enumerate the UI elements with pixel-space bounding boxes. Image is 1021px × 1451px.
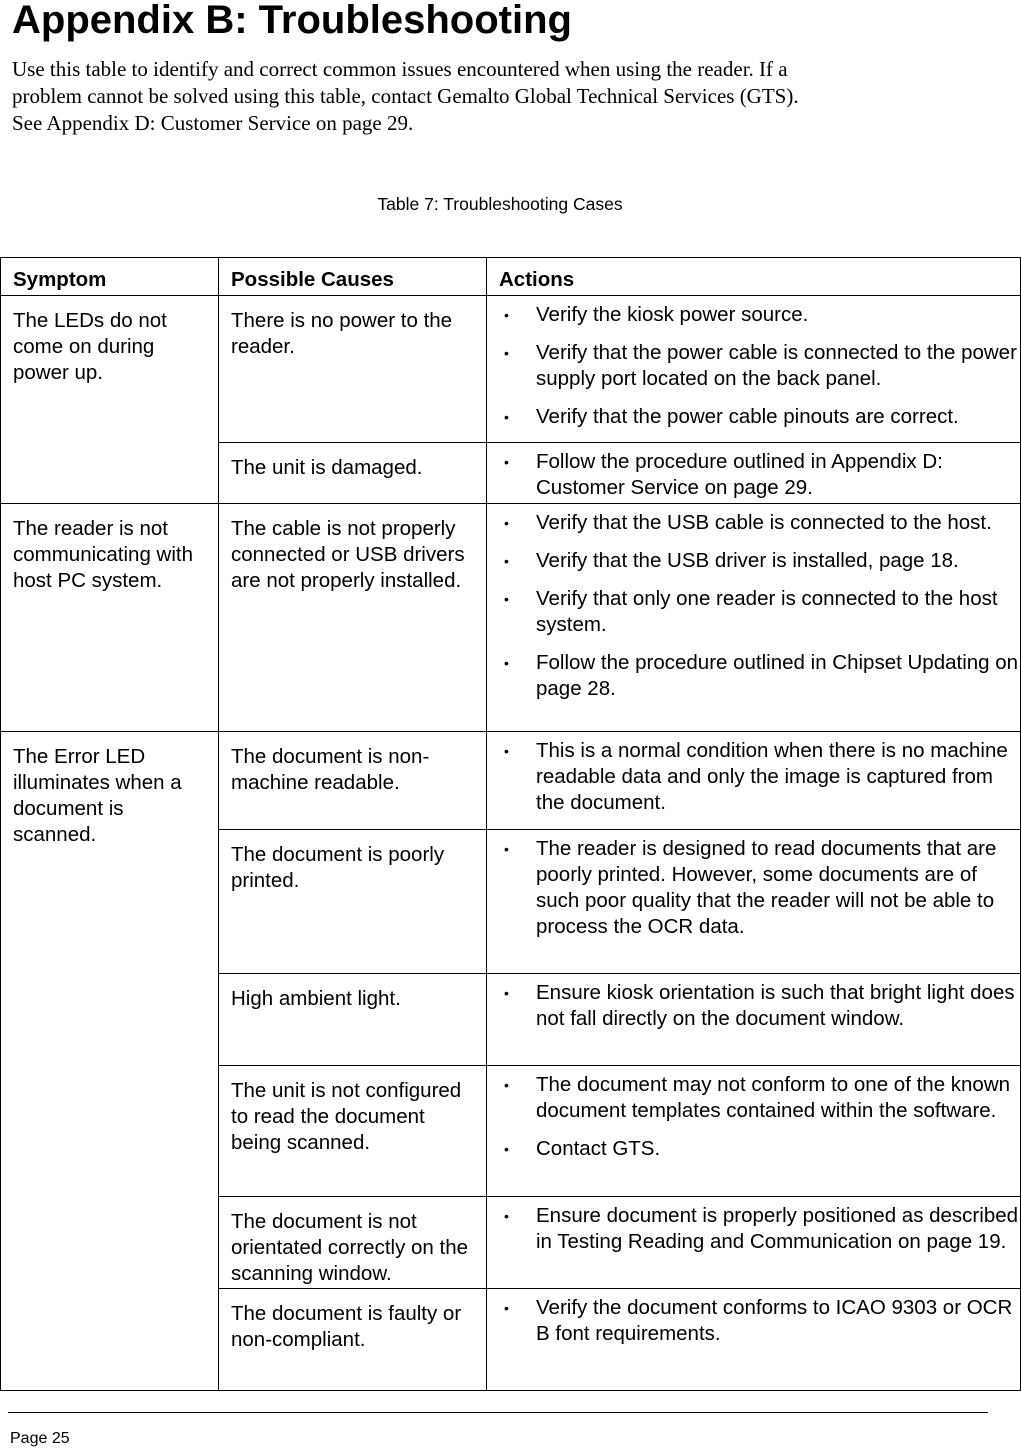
action-text: Verify that the USB cable is connected t… xyxy=(536,511,992,534)
actions-list: • Follow the procedure outlined in Append… xyxy=(499,449,1020,501)
table-row: The LEDs do not come on during power up.… xyxy=(0,295,1021,504)
table-body: The LEDs do not come on during power up.… xyxy=(0,295,1021,1391)
action-item: • Verify that the USB driver is installed… xyxy=(499,548,1020,574)
action-item: • Contact GTS. xyxy=(499,1136,1020,1162)
actions-cell: • Verify that the USB cable is connected … xyxy=(486,503,1021,732)
action-text: Verify that the power cable pinouts are … xyxy=(536,405,959,428)
action-text: Verify the document conforms to ICAO 930… xyxy=(536,1296,1013,1345)
action-item: • Verify that the power cable pinouts are… xyxy=(499,404,1020,430)
action-item: • Verify that the power cable is connecte… xyxy=(499,340,1020,392)
bullet-icon: • xyxy=(504,655,509,671)
symptom-cell: The Error LED illuminates when a documen… xyxy=(0,731,219,1391)
table-header-row: Symptom Possible Causes Actions xyxy=(0,257,1021,296)
action-item: • Verify that only one reader is connecte… xyxy=(499,586,1020,638)
troubleshooting-table: Symptom Possible Causes Actions The LEDs… xyxy=(0,257,1021,1391)
action-text: Ensure document is properly positioned a… xyxy=(536,1204,1019,1253)
bullet-icon: • xyxy=(504,1300,509,1316)
actions-list: • The reader is designed to read document… xyxy=(499,836,1020,940)
footer-divider xyxy=(8,1412,988,1413)
action-item: • Follow the procedure outlined in Append… xyxy=(499,449,1020,501)
action-text: The document may not conform to one of t… xyxy=(536,1073,1011,1122)
cause-cell: The unit is damaged. xyxy=(218,442,487,504)
actions-cell: • Ensure kiosk orientation is such that b… xyxy=(486,973,1021,1066)
table-caption: Table 7: Troubleshooting Cases xyxy=(377,194,623,214)
actions-list: • Verify the kiosk power source. • Verify t… xyxy=(499,302,1020,430)
actions-list: • Verify that the USB cable is connected … xyxy=(499,510,1020,702)
bullet-icon: • xyxy=(504,1141,509,1157)
action-item: • The document may not conform to one of … xyxy=(499,1072,1020,1124)
actions-cell: • This is a normal condition when there i… xyxy=(486,731,1021,830)
action-item: • Verify the kiosk power source. xyxy=(499,302,1020,328)
action-item: • Follow the procedure outlined in Chipse… xyxy=(499,650,1020,702)
action-text: Verify the kiosk power source. xyxy=(536,303,809,326)
cause-cell: The document is not orientated correctly… xyxy=(218,1196,487,1289)
action-text: Verify that the USB driver is installed,… xyxy=(536,549,959,572)
bullet-icon: • xyxy=(504,515,509,531)
bullet-icon: • xyxy=(504,409,509,425)
cause-cell: The cable is not properly connected or U… xyxy=(218,503,487,732)
actions-list: • This is a normal condition when there i… xyxy=(499,738,1020,816)
intro-line: Use this table to identify and correct c… xyxy=(12,57,788,81)
bullet-icon: • xyxy=(504,454,509,470)
column-header-possible-causes: Possible Causes xyxy=(218,257,487,296)
column-header-symptom: Symptom xyxy=(0,257,219,296)
action-text: Verify that only one reader is connected… xyxy=(536,587,998,636)
page-title: Appendix B: Troubleshooting xyxy=(12,0,572,42)
bullet-icon: • xyxy=(504,591,509,607)
intro-line: See Appendix D: Customer Service on page… xyxy=(12,111,414,135)
action-text: Follow the procedure outlined in Chipset… xyxy=(536,651,1019,700)
actions-cell: • Verify the kiosk power source. • Verify t… xyxy=(486,295,1021,443)
table-row: The Error LED illuminates when a documen… xyxy=(0,731,1021,1391)
action-item: • Verify the document conforms to ICAO 93… xyxy=(499,1295,1020,1347)
action-text: Follow the procedure outlined in Appendi… xyxy=(536,450,943,499)
bullet-icon: • xyxy=(504,1077,509,1093)
intro-line: problem cannot be solved using this tabl… xyxy=(12,84,799,108)
action-item: • Ensure document is properly positioned … xyxy=(499,1203,1020,1255)
bullet-icon: • xyxy=(504,1208,509,1224)
symptom-cell: The reader is not communicating with hos… xyxy=(0,503,219,732)
table-row: The reader is not communicating with hos… xyxy=(0,503,1021,732)
bullet-icon: • xyxy=(504,345,509,361)
actions-cell: • Verify the document conforms to ICAO 93… xyxy=(486,1288,1021,1391)
action-text: The reader is designed to read documents… xyxy=(536,837,997,938)
bullet-icon: • xyxy=(504,841,509,857)
bullet-icon: • xyxy=(504,985,509,1001)
bullet-icon: • xyxy=(504,553,509,569)
column-header-actions: Actions xyxy=(486,257,1021,296)
actions-list: • The document may not conform to one of … xyxy=(499,1072,1020,1162)
symptom-cell: The LEDs do not come on during power up. xyxy=(0,295,219,504)
actions-cell: • The reader is designed to read document… xyxy=(486,829,1021,974)
action-item: • The reader is designed to read document… xyxy=(499,836,1020,940)
actions-cell: • Ensure document is properly positioned … xyxy=(486,1196,1021,1289)
action-item: • Verify that the USB cable is connected … xyxy=(499,510,1020,536)
cause-cell: The document is non-machine readable. xyxy=(218,731,487,830)
actions-cell: • The document may not conform to one of … xyxy=(486,1065,1021,1197)
bullet-icon: • xyxy=(504,307,509,323)
cause-cell: High ambient light. xyxy=(218,973,487,1066)
action-item: • This is a normal condition when there i… xyxy=(499,738,1020,816)
action-text: This is a normal condition when there is… xyxy=(536,739,1008,814)
cause-cell: The document is faulty or non-compliant. xyxy=(218,1288,487,1391)
intro-paragraph: Use this table to identify and correct c… xyxy=(12,56,1012,137)
action-text: Verify that the power cable is connected… xyxy=(536,341,1017,390)
actions-cell: • Follow the procedure outlined in Append… xyxy=(486,442,1021,504)
action-item: • Ensure kiosk orientation is such that b… xyxy=(499,980,1020,1032)
actions-list: • Ensure document is properly positioned … xyxy=(499,1203,1020,1255)
page-number: Page 25 xyxy=(10,1430,70,1447)
cause-cell: The document is poorly printed. xyxy=(218,829,487,974)
cause-cell: The unit is not configured to read the d… xyxy=(218,1065,487,1197)
actions-list: • Ensure kiosk orientation is such that b… xyxy=(499,980,1020,1032)
action-text: Ensure kiosk orientation is such that br… xyxy=(536,981,1015,1030)
actions-list: • Verify the document conforms to ICAO 93… xyxy=(499,1295,1020,1347)
cause-cell: There is no power to the reader. xyxy=(218,295,487,443)
action-text: Contact GTS. xyxy=(536,1137,661,1160)
bullet-icon: • xyxy=(504,743,509,759)
